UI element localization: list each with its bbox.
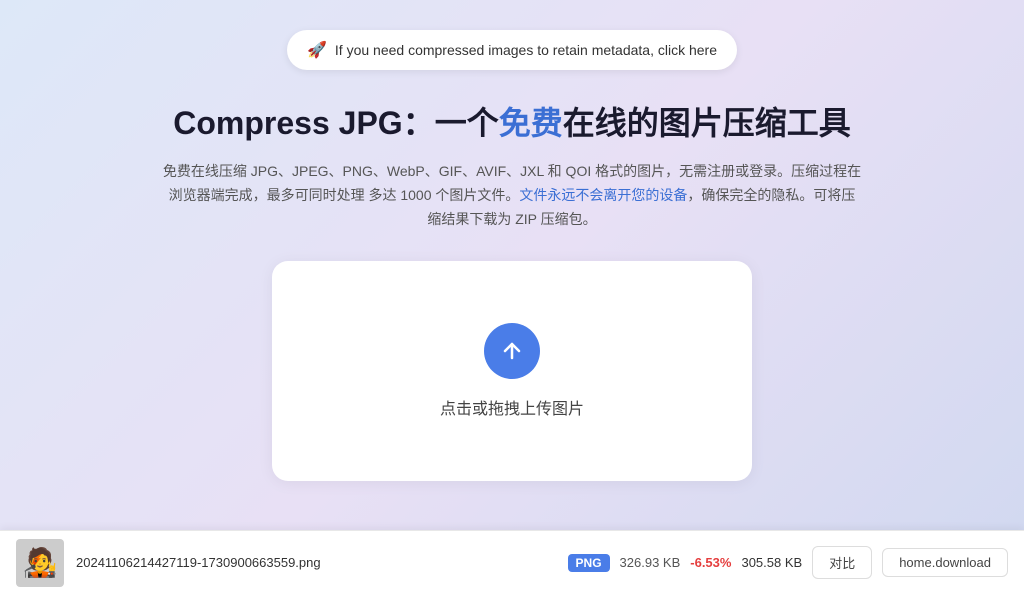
title-highlight: 免费 bbox=[499, 105, 563, 141]
filename: 20241106214427119-1730900663559.png bbox=[76, 555, 376, 570]
page-title: Compress JPG：一个免费在线的图片压缩工具 bbox=[173, 98, 850, 144]
file-thumbnail: 🧑‍🎤 bbox=[16, 539, 64, 587]
compare-button[interactable]: 对比 bbox=[812, 546, 872, 579]
title-prefix: Compress JPG：一个 bbox=[173, 105, 498, 141]
bottom-bar: 🧑‍🎤 20241106214427119-1730900663559.png … bbox=[0, 530, 1024, 594]
original-size: 326.93 KB bbox=[620, 555, 681, 570]
rocket-icon: 🚀 bbox=[307, 40, 327, 60]
upload-area[interactable]: 点击或拖拽上传图片 bbox=[272, 261, 752, 481]
page-wrapper: 🚀 If you need compressed images to retai… bbox=[0, 0, 1024, 594]
upload-arrow-icon bbox=[500, 339, 524, 363]
upload-button[interactable] bbox=[484, 323, 540, 379]
new-size: 305.58 KB bbox=[741, 555, 802, 570]
savings-badge: -6.53% bbox=[690, 555, 731, 570]
file-meta: PNG 326.93 KB -6.53% 305.58 KB 对比 home.d… bbox=[568, 546, 1008, 579]
title-suffix: 在线的图片压缩工具 bbox=[563, 105, 851, 141]
subtitle: 免费在线压缩 JPG、JPEG、PNG、WebP、GIF、AVIF、JXL 和 … bbox=[162, 160, 862, 231]
notification-text: If you need compressed images to retain … bbox=[335, 42, 717, 58]
subtitle-line2: 多达 1000 个图片文件。 bbox=[368, 187, 519, 203]
notification-banner[interactable]: 🚀 If you need compressed images to retai… bbox=[287, 30, 737, 70]
download-button[interactable]: home.download bbox=[882, 548, 1008, 577]
subtitle-link[interactable]: 文件永远不会离开您的设备 bbox=[519, 187, 687, 203]
upload-label: 点击或拖拽上传图片 bbox=[440, 395, 584, 419]
format-badge: PNG bbox=[568, 554, 610, 572]
